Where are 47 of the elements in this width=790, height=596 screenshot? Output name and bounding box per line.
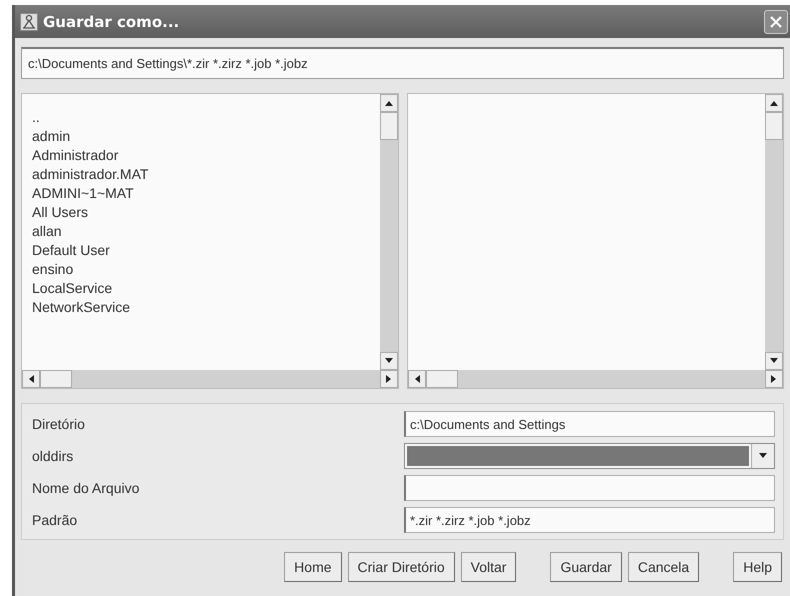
dialog-button[interactable]: Criar Diretório — [348, 552, 455, 582]
up-arrow-icon[interactable] — [384, 100, 392, 106]
close-button[interactable] — [764, 10, 788, 34]
folder-item[interactable]: All Users — [32, 203, 88, 222]
left-arrow-icon[interactable] — [28, 375, 34, 383]
up-arrow-icon[interactable] — [770, 100, 778, 106]
path-field[interactable]: c:\Documents and Settings\*.zir *.zirz *.job *.jobz — [21, 47, 784, 79]
text-field[interactable]: c:\Documents and Settings — [404, 411, 775, 437]
folder-item[interactable]: Administrador — [32, 146, 118, 165]
down-arrow-icon[interactable] — [384, 358, 392, 364]
dropdown-arrow-icon[interactable] — [759, 453, 767, 459]
scroll-thumb[interactable] — [765, 112, 783, 140]
folder-item[interactable]: admin — [32, 127, 70, 146]
right-arrow-icon[interactable] — [771, 375, 777, 383]
close-icon — [769, 14, 783, 28]
horizontal-scrollbar[interactable] — [22, 370, 398, 388]
scroll-thumb[interactable] — [40, 370, 72, 388]
folder-item[interactable]: LocalService — [32, 279, 112, 298]
dialog-button[interactable]: Home — [284, 552, 342, 582]
dialog-button[interactable]: Guardar — [550, 552, 622, 582]
scroll-thumb[interactable] — [426, 370, 458, 388]
vertical-scrollbar[interactable] — [765, 94, 783, 370]
field-label: olddirs — [32, 448, 74, 464]
field-label: Diretório — [32, 416, 86, 432]
dialog-button[interactable]: Help — [733, 552, 782, 582]
window-title: Guardar como... — [43, 12, 180, 30]
folder-item[interactable]: allan — [32, 222, 62, 241]
text-field[interactable] — [404, 475, 775, 501]
text-field[interactable]: *.zir *.zirz *.job *.jobz — [404, 507, 775, 533]
folder-item[interactable]: ADMINI~1~MAT — [32, 184, 134, 203]
person-icon — [20, 12, 38, 30]
horizontal-scrollbar[interactable] — [408, 370, 783, 388]
folder-item[interactable]: Default User — [32, 241, 110, 260]
folder-item[interactable]: administrador.MAT — [32, 165, 148, 184]
folder-item[interactable]: .. — [32, 108, 40, 127]
folder-item[interactable]: NetworkService — [32, 298, 130, 317]
dialog-button[interactable]: Voltar — [460, 552, 516, 582]
left-arrow-icon[interactable] — [414, 375, 420, 383]
vertical-scrollbar[interactable] — [380, 94, 398, 370]
right-arrow-icon[interactable] — [386, 375, 392, 383]
dropdown-field[interactable] — [404, 443, 775, 469]
folder-item[interactable]: ensino — [32, 260, 74, 279]
scroll-thumb[interactable] — [380, 112, 398, 140]
field-label: Padrão — [32, 512, 78, 528]
dialog-button[interactable]: Cancela — [628, 552, 700, 582]
down-arrow-icon[interactable] — [770, 358, 778, 364]
field-label: Nome do Arquivo — [32, 480, 140, 496]
